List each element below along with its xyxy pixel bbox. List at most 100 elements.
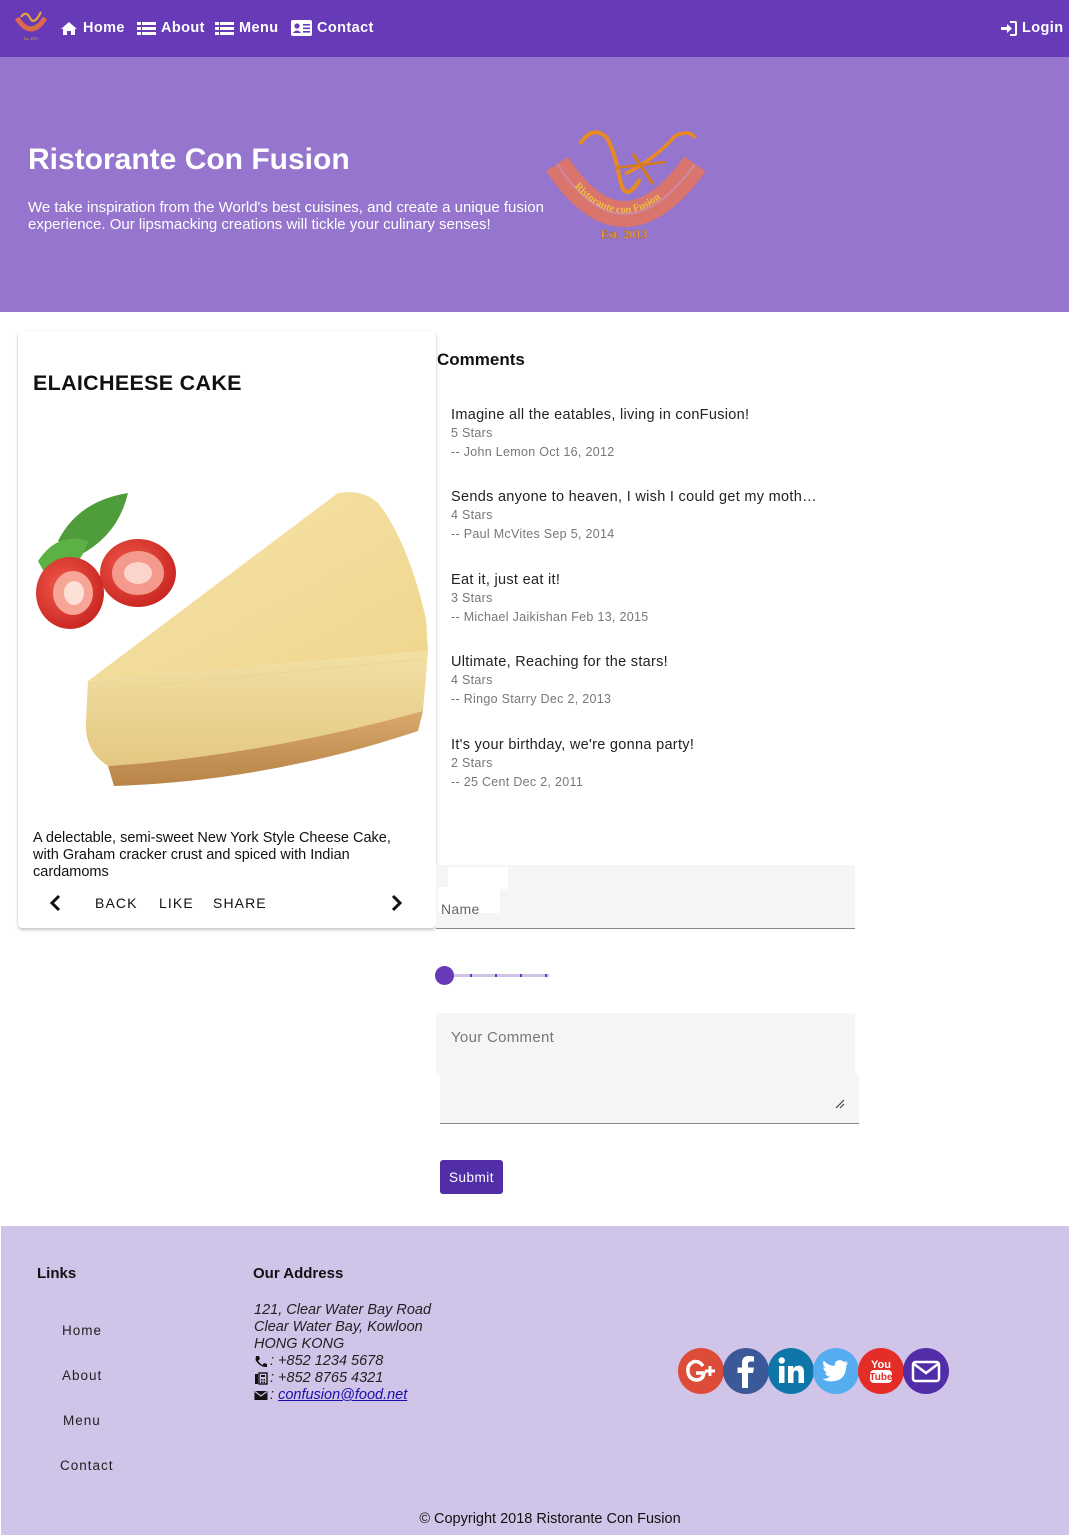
comment-author: -- Michael Jaikishan Feb 13, 2015 — [451, 610, 649, 624]
brand-logo[interactable]: Est. 2013 — [12, 6, 50, 44]
list-icon — [137, 21, 156, 35]
comment-text: It's your birthday, we're gonna party! — [451, 737, 695, 753]
phone-line: : +852 1234 5678 — [254, 1353, 431, 1370]
footer-link-contact[interactable]: Contact — [60, 1458, 114, 1473]
nav-about[interactable]: About — [137, 18, 205, 38]
restaurant-description: We take inspiration from the World's bes… — [28, 199, 544, 233]
comment-text: Sends anyone to heaven, I wish I could g… — [451, 489, 817, 505]
rating-slider[interactable] — [433, 963, 553, 989]
nav-contact-label: Contact — [317, 20, 374, 36]
comment-author: -- Paul McVites Sep 5, 2014 — [451, 527, 615, 541]
nav-home-label: Home — [83, 20, 125, 36]
google-plus-button[interactable] — [678, 1348, 724, 1394]
slider-tick — [470, 974, 472, 977]
resize-grip-icon[interactable] — [835, 1099, 845, 1109]
slider-tick — [495, 974, 497, 977]
login-label: Login — [1022, 20, 1064, 36]
linkedin-button[interactable] — [768, 1348, 814, 1394]
comment-item: Imagine all the eatables, living in conF… — [451, 407, 846, 459]
twitter-button[interactable] — [813, 1348, 859, 1394]
footer-link-home[interactable]: Home — [62, 1323, 102, 1338]
mail-button[interactable] — [903, 1348, 949, 1394]
comment-author: -- John Lemon Oct 16, 2012 — [451, 445, 615, 459]
restaurant-logo: Ristorante con Fusion Est. 2013 — [546, 130, 706, 241]
comment-rating: 3 Stars — [451, 591, 493, 605]
jumbotron: Ristorante Con Fusion We take inspiratio… — [0, 57, 1069, 312]
address-block: 121, Clear Water Bay Road Clear Water Ba… — [254, 1302, 431, 1404]
fax-line: : +852 8765 4321 — [254, 1370, 431, 1387]
phone-number: : +852 1234 5678 — [270, 1353, 384, 1369]
navbar: Est. 2013 Home About Menu Contact Login — [0, 0, 1069, 57]
copyright: © Copyright 2018 Ristorante Con Fusion — [419, 1511, 681, 1527]
twitter-icon — [813, 1348, 859, 1394]
address-card-icon — [291, 20, 312, 36]
footer-link-about[interactable]: About — [62, 1368, 102, 1383]
comment-author: -- 25 Cent Dec 2, 2011 — [451, 775, 584, 789]
name-input[interactable] — [441, 901, 851, 917]
svg-text:Tube: Tube — [869, 1372, 893, 1383]
comment-rating: 5 Stars — [451, 426, 493, 440]
dish-card: ELAICHEESE CAKE A delectable, semi-sweet… — [18, 331, 436, 928]
address-line: 121, Clear Water Bay Road — [254, 1302, 432, 1318]
email-link[interactable]: confusion@food.net — [278, 1387, 407, 1404]
comment-text: Eat it, just eat it! — [451, 572, 561, 588]
nav-menu-label: Menu — [239, 20, 279, 36]
address-heading: Our Address — [253, 1265, 344, 1282]
comment-rating: 2 Stars — [451, 756, 493, 770]
footer-link-menu[interactable]: Menu — [63, 1413, 101, 1428]
svg-text:Est. 2013: Est. 2013 — [23, 36, 38, 41]
name-field-notch — [448, 867, 508, 889]
svg-text:You: You — [871, 1359, 891, 1371]
phone-icon — [255, 1356, 267, 1368]
comment-field[interactable] — [436, 1013, 859, 1124]
slider-tick — [545, 974, 547, 977]
footer: Links Home About Menu Contact Our Addres… — [1, 1226, 1069, 1535]
nav-menu[interactable]: Menu — [215, 18, 278, 38]
comment-item: Ultimate, Reaching for the stars! 4 Star… — [451, 654, 846, 706]
fax-number: : +852 8765 4321 — [270, 1370, 384, 1386]
links-heading: Links — [37, 1265, 77, 1282]
email-line: : confusion@food.net — [254, 1387, 431, 1404]
dish-description: A delectable, semi-sweet New York Style … — [33, 830, 391, 880]
sign-in-icon — [1001, 20, 1017, 36]
card-actions: BACK LIKE SHARE — [18, 887, 436, 921]
share-button[interactable]: SHARE — [213, 895, 267, 911]
linkedin-icon — [768, 1348, 814, 1394]
comment-item: It's your birthday, we're gonna party! 2… — [451, 737, 846, 789]
nav-home[interactable]: Home — [60, 18, 125, 38]
envelope-icon — [254, 1391, 268, 1400]
nav-contact[interactable]: Contact — [291, 18, 374, 38]
submit-button[interactable]: Submit — [440, 1160, 503, 1194]
youtube-button[interactable]: You Tube — [858, 1348, 904, 1394]
dish-name: ELAICHEESE CAKE — [33, 371, 242, 395]
logo-est-text: Est. 2013 — [601, 227, 648, 241]
dish-image — [18, 481, 436, 811]
name-field[interactable] — [436, 865, 855, 929]
like-button[interactable]: LIKE — [159, 895, 194, 911]
comment-text: Ultimate, Reaching for the stars! — [451, 654, 669, 670]
comment-rating: 4 Stars — [451, 508, 493, 522]
comment-text: Imagine all the eatables, living in conF… — [451, 407, 750, 423]
chevron-left-icon[interactable] — [49, 894, 61, 912]
home-icon — [61, 21, 77, 35]
nav-about-label: About — [161, 20, 205, 36]
email-prefix: : — [270, 1387, 279, 1403]
comment-textarea[interactable] — [451, 1029, 846, 1059]
chevron-right-icon[interactable] — [391, 894, 403, 912]
comment-field-bottom — [440, 1075, 859, 1124]
facebook-button[interactable] — [723, 1348, 769, 1394]
fax-icon — [255, 1372, 268, 1385]
comment-rating: 4 Stars — [451, 673, 493, 687]
comment-item: Eat it, just eat it! 3 Stars -- Michael … — [451, 572, 846, 624]
slider-tick — [520, 974, 522, 977]
mail-icon — [903, 1348, 949, 1394]
address-line: Clear Water Bay, Kowloon — [254, 1319, 423, 1335]
back-button[interactable]: BACK — [95, 895, 138, 911]
slider-thumb[interactable] — [435, 966, 454, 985]
youtube-icon: You Tube — [858, 1348, 904, 1394]
address-line: HONG KONG — [254, 1336, 345, 1352]
list-icon — [215, 21, 234, 35]
comments-heading: Comments — [437, 350, 525, 369]
facebook-icon — [723, 1348, 769, 1394]
login-button[interactable]: Login — [1001, 18, 1063, 38]
